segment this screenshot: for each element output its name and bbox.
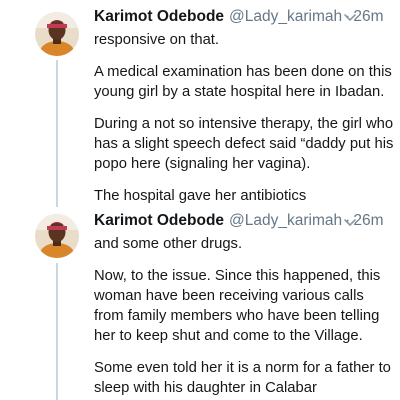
- thread-line: [56, 263, 58, 400]
- tweet-text: responsive on that. A medical examinatio…: [94, 30, 396, 218]
- tweet-text: and some other drugs. Now, to the issue.…: [94, 234, 396, 400]
- tweet-paragraph: Now, to the issue. Since this happened, …: [94, 268, 381, 344]
- tweet-header: Karimot Odebode @Lady_karimah · 26m: [94, 8, 383, 28]
- avatar[interactable]: [35, 214, 79, 258]
- tweet-paragraph: During a not so intensive therapy, the g…: [94, 116, 394, 172]
- tweet-paragraph: The hospital gave her antibiotics: [94, 188, 307, 204]
- handle[interactable]: @Lady_karimah: [229, 8, 342, 26]
- timestamp[interactable]: 26m: [353, 8, 383, 26]
- handle[interactable]: @Lady_karimah: [229, 212, 342, 230]
- tweet-paragraph: A medical examination has been done on t…: [94, 64, 392, 100]
- thread-line: [56, 60, 58, 207]
- avatar-photo-icon: [35, 12, 79, 56]
- tweet[interactable]: Karimot Odebode @Lady_karimah · 26m resp…: [0, 0, 400, 207]
- avatar[interactable]: [35, 12, 79, 56]
- chevron-down-icon[interactable]: [343, 217, 357, 229]
- tweet-paragraph: responsive on that.: [94, 32, 220, 48]
- tweet-paragraph: and some other drugs.: [94, 236, 243, 252]
- timestamp[interactable]: 26m: [353, 212, 383, 230]
- chevron-down-icon[interactable]: [343, 12, 357, 24]
- display-name[interactable]: Karimot Odebode: [94, 212, 224, 230]
- avatar-photo-icon: [35, 214, 79, 258]
- display-name[interactable]: Karimot Odebode: [94, 8, 224, 26]
- tweet-paragraph: Some even told her it is a norm for a fa…: [94, 360, 391, 396]
- tweet-header: Karimot Odebode @Lady_karimah · 26m: [94, 212, 383, 232]
- tweet[interactable]: Karimot Odebode @Lady_karimah · 26m and …: [0, 207, 400, 400]
